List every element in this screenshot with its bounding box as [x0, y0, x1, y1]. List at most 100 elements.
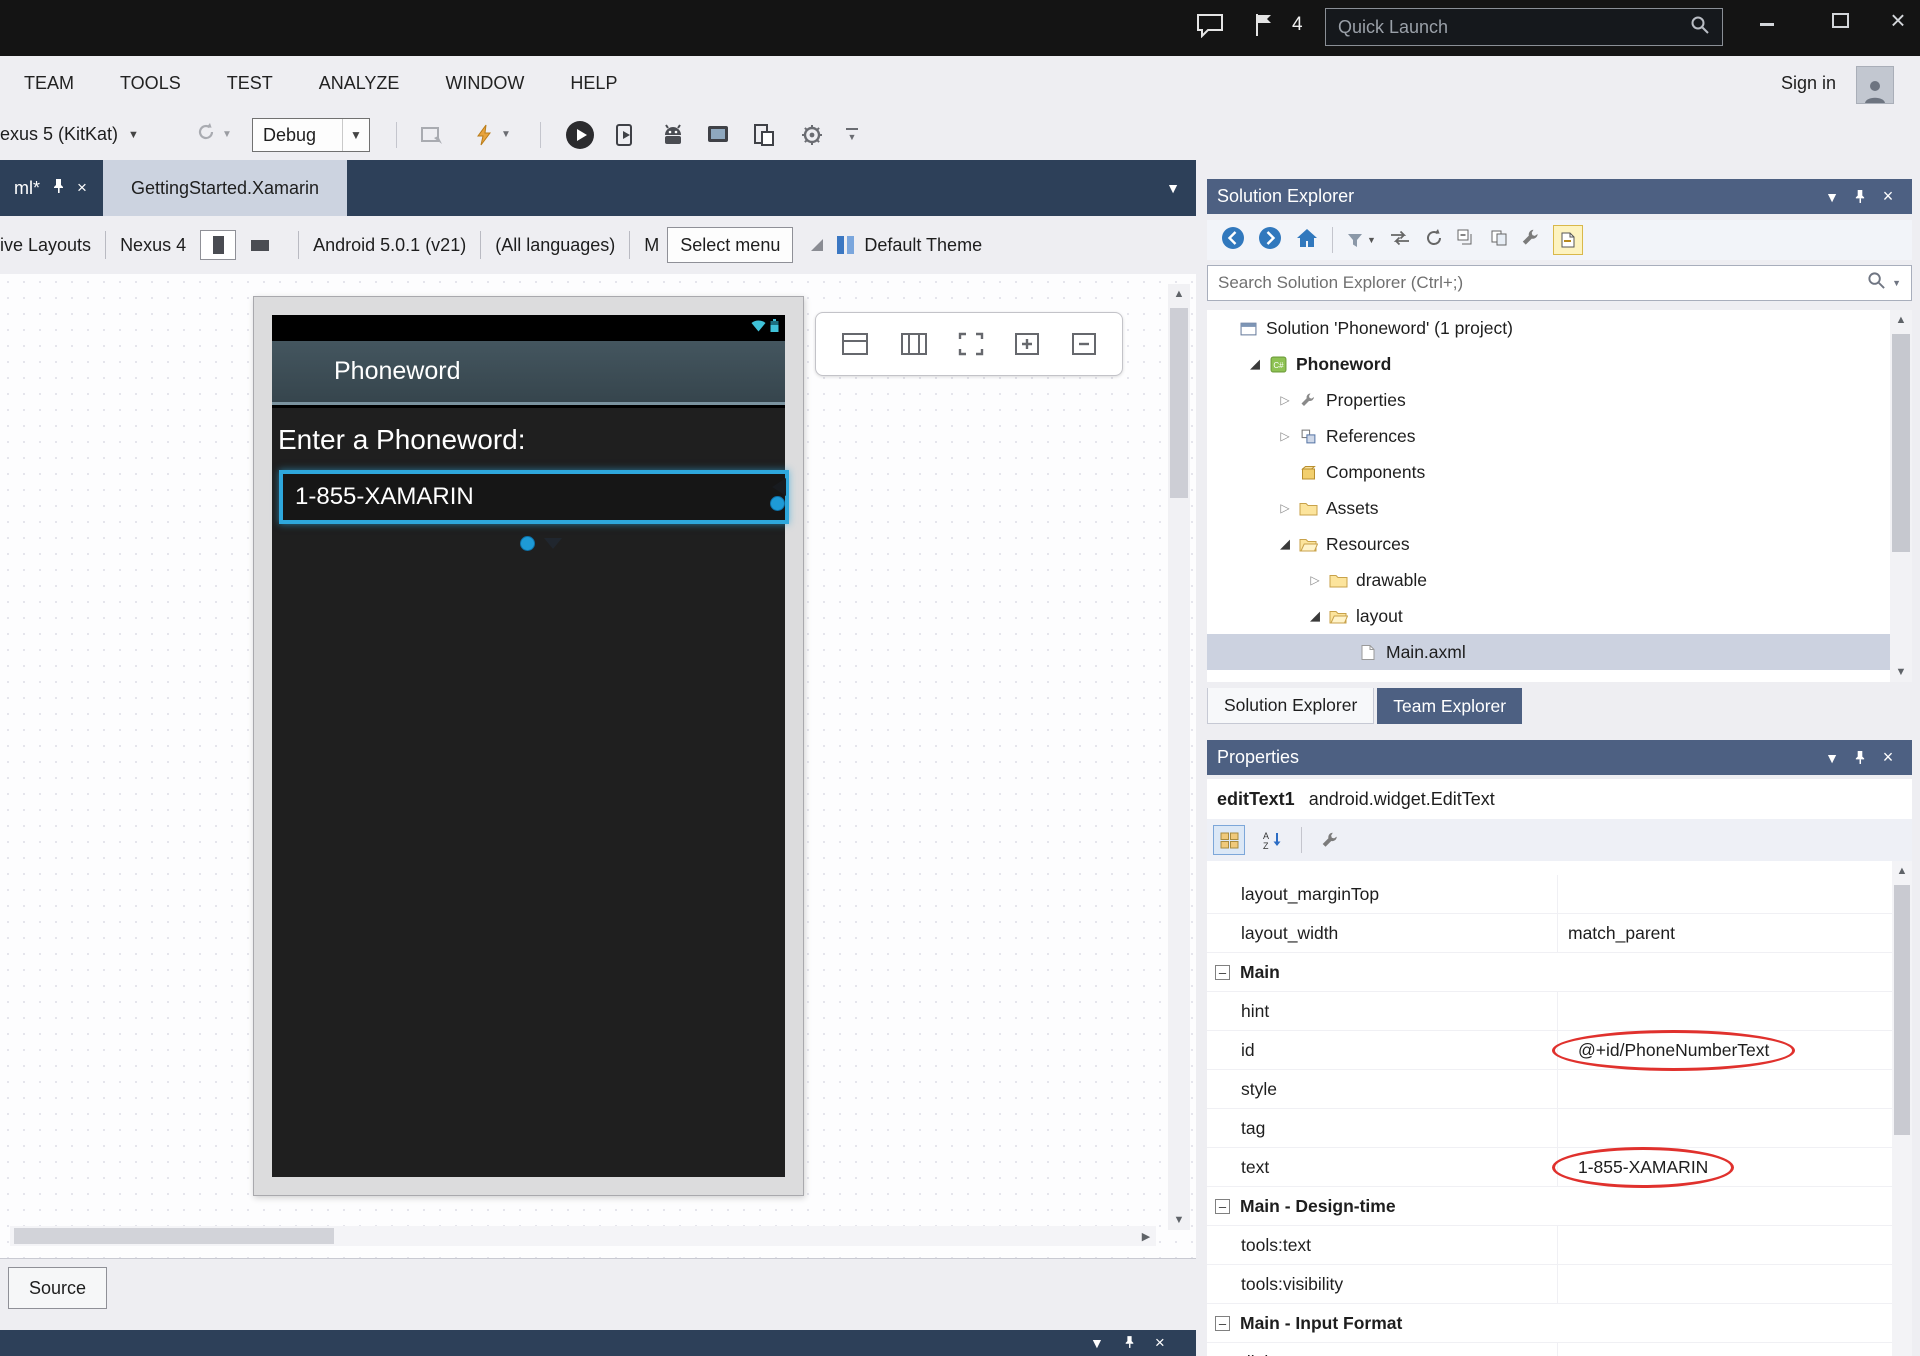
- property-value-field[interactable]: [1557, 875, 1892, 913]
- property-value-field[interactable]: [1557, 1343, 1892, 1356]
- property-group-main-design-time[interactable]: –Main - Design-time: [1207, 1187, 1892, 1226]
- property-value-field[interactable]: [1557, 1265, 1892, 1303]
- property-value-field[interactable]: [1557, 992, 1892, 1030]
- close-icon[interactable]: ×: [1155, 1333, 1165, 1353]
- device-screen[interactable]: Phoneword Enter a Phoneword: 1-855-XAMAR…: [272, 315, 785, 1177]
- language-selector[interactable]: (All languages): [495, 235, 615, 256]
- preview-selected-items-toggle[interactable]: [1553, 225, 1583, 255]
- configuration-combobox[interactable]: Debug ▼: [252, 118, 370, 152]
- pin-icon[interactable]: [52, 178, 65, 199]
- properties-wrench-button[interactable]: [1521, 228, 1540, 252]
- close-icon[interactable]: ×: [1874, 747, 1902, 768]
- property-group-main-input-format[interactable]: –Main - Input Format: [1207, 1304, 1892, 1343]
- tree-item-drawable[interactable]: ▷drawable: [1207, 562, 1912, 598]
- collapsed-twisty-icon[interactable]: ▷: [1273, 429, 1297, 443]
- expanded-twisty-icon[interactable]: ◢: [1273, 536, 1297, 552]
- select-menu-dropdown[interactable]: Select menu: [667, 227, 793, 263]
- close-icon[interactable]: ×: [1874, 186, 1902, 207]
- alternative-layouts-button[interactable]: ive Layouts: [0, 235, 91, 256]
- start-debug-button[interactable]: [566, 110, 594, 159]
- scrollbar-thumb[interactable]: [14, 1228, 334, 1244]
- scroll-up-icon[interactable]: ▲: [1890, 310, 1912, 330]
- menu-item-help[interactable]: HELP: [570, 73, 617, 94]
- minimize-button[interactable]: [1745, 2, 1789, 38]
- collapsed-twisty-icon[interactable]: ▷: [1273, 501, 1297, 515]
- collapse-minus-icon[interactable]: –: [1215, 1316, 1230, 1331]
- tree-vertical-scrollbar[interactable]: ▲ ▼: [1890, 310, 1912, 682]
- canvas-vertical-scrollbar[interactable]: ▲ ▼: [1168, 284, 1190, 1230]
- home-button[interactable]: [1295, 226, 1319, 255]
- property-value-field[interactable]: 1-855-XAMARIN: [1557, 1148, 1892, 1186]
- menu-item-tools[interactable]: TOOLS: [120, 73, 181, 94]
- design-canvas[interactable]: Phoneword Enter a Phoneword: 1-855-XAMAR…: [0, 274, 1196, 1258]
- quick-find-button[interactable]: ▼: [474, 110, 511, 159]
- property-pages-button[interactable]: [1314, 825, 1346, 855]
- device-log-button[interactable]: [752, 110, 776, 159]
- landscape-orientation-button[interactable]: [242, 230, 278, 260]
- resize-handle-right[interactable]: [770, 496, 785, 511]
- deploy-device-button[interactable]: [614, 110, 638, 159]
- active-document-tab[interactable]: ml* ×: [0, 160, 101, 216]
- tree-item-references[interactable]: ▷References: [1207, 418, 1912, 454]
- adorner-arrow-icon[interactable]: [772, 478, 786, 496]
- collapsed-twisty-icon[interactable]: ▷: [1273, 393, 1297, 407]
- categorized-view-button[interactable]: [1213, 825, 1245, 855]
- property-value-field[interactable]: [1557, 1070, 1892, 1108]
- textview-widget[interactable]: Enter a Phoneword:: [278, 424, 526, 456]
- scrollbar-thumb[interactable]: [1892, 334, 1910, 552]
- property-value-field[interactable]: [1557, 1109, 1892, 1147]
- scroll-right-icon[interactable]: ▶: [1136, 1226, 1156, 1246]
- portrait-orientation-button[interactable]: [200, 230, 236, 260]
- close-button[interactable]: ×: [1876, 2, 1920, 38]
- android-emulator-button[interactable]: [660, 110, 686, 159]
- menu-item-test[interactable]: TEST: [227, 73, 273, 94]
- collapse-all-button[interactable]: [1457, 229, 1477, 252]
- canvas-horizontal-scrollbar[interactable]: ▶: [10, 1226, 1156, 1246]
- scrollbar-thumb[interactable]: [1894, 885, 1910, 1135]
- device-target-dropdown[interactable]: exus 5 (KitKat) ▼: [0, 110, 139, 159]
- sdk-manager-button[interactable]: [800, 110, 824, 159]
- filter-dropdown[interactable]: ▼: [1346, 232, 1376, 249]
- pin-icon[interactable]: [1846, 750, 1874, 765]
- forward-button[interactable]: [1258, 226, 1282, 255]
- collapse-minus-icon[interactable]: –: [1215, 1199, 1230, 1214]
- tree-item-phoneword[interactable]: ◢C#Phoneword: [1207, 346, 1912, 382]
- expanded-twisty-icon[interactable]: ◢: [1243, 356, 1267, 372]
- tree-item-properties[interactable]: ▷Properties: [1207, 382, 1912, 418]
- refresh-device-button[interactable]: ▼: [196, 110, 232, 159]
- tab-list-dropdown[interactable]: ▼: [1166, 160, 1180, 216]
- property-value-field[interactable]: match_parent: [1557, 914, 1892, 952]
- back-button[interactable]: [1221, 226, 1245, 255]
- scroll-up-icon[interactable]: ▲: [1892, 861, 1912, 881]
- maximize-button[interactable]: [1818, 2, 1862, 38]
- android-version-selector[interactable]: Android 5.0.1 (v21): [313, 235, 466, 256]
- chevron-down-icon[interactable]: ▼: [1090, 1335, 1104, 1351]
- notification-flag-icon[interactable]: [1252, 12, 1276, 43]
- window-position-icon[interactable]: ▼: [1818, 750, 1846, 766]
- show-all-files-button[interactable]: [1490, 229, 1508, 252]
- document-tab-gettingstarted[interactable]: GettingStarted.Xamarin: [103, 160, 347, 216]
- toolbar-overflow-button[interactable]: ▼: [846, 110, 858, 159]
- close-tab-icon[interactable]: ×: [77, 178, 87, 198]
- expanded-twisty-icon[interactable]: ◢: [1303, 608, 1327, 624]
- source-view-tab[interactable]: Source: [8, 1267, 107, 1309]
- menu-item-window[interactable]: WINDOW: [445, 73, 524, 94]
- menu-item-team[interactable]: TEAM: [24, 73, 74, 94]
- emulator-screen-button[interactable]: [706, 110, 730, 159]
- adorner-dropdown-icon[interactable]: [544, 538, 562, 549]
- property-value-field[interactable]: @+id/PhoneNumberText: [1557, 1031, 1892, 1069]
- tree-item-layout[interactable]: ◢layout: [1207, 598, 1912, 634]
- app-action-bar[interactable]: Phoneword: [272, 341, 785, 405]
- scroll-up-icon[interactable]: ▲: [1168, 284, 1190, 304]
- quick-launch-box[interactable]: Quick Launch: [1325, 8, 1723, 46]
- pin-icon[interactable]: [1124, 1335, 1135, 1352]
- scroll-down-icon[interactable]: ▼: [1168, 1210, 1190, 1230]
- tool-tab-solution-explorer[interactable]: Solution Explorer: [1207, 688, 1374, 724]
- tool-tab-team-explorer[interactable]: Team Explorer: [1377, 688, 1522, 724]
- solution-explorer-search[interactable]: Search Solution Explorer (Ctrl+;) ▼: [1207, 265, 1912, 301]
- sync-with-active-document-button[interactable]: [1389, 229, 1411, 252]
- edittext-widget-selected[interactable]: 1-855-XAMARIN: [279, 470, 789, 524]
- scroll-down-icon[interactable]: ▼: [1890, 662, 1912, 682]
- menu-item-analyze[interactable]: ANALYZE: [319, 73, 400, 94]
- layout-root[interactable]: Enter a Phoneword: 1-855-XAMARIN: [272, 408, 785, 1177]
